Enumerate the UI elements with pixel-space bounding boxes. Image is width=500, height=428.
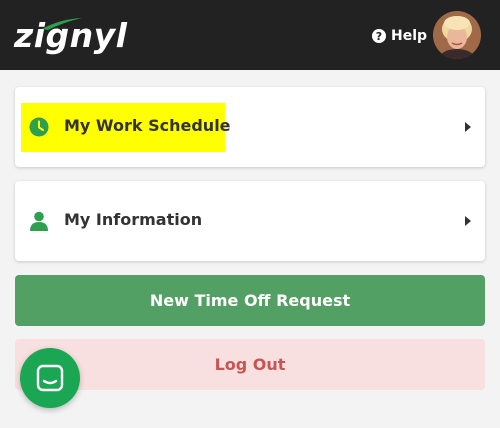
zignyl-logo[interactable]: zignyl xyxy=(14,12,127,58)
menu-card-work-schedule[interactable]: My Work Schedule xyxy=(15,87,485,167)
user-avatar[interactable] xyxy=(433,11,481,59)
clock-icon xyxy=(29,117,49,137)
chevron-right-icon xyxy=(465,122,471,132)
top-bar: zignyl ? Help xyxy=(0,0,500,70)
menu-card-my-information[interactable]: My Information xyxy=(15,181,485,261)
question-circle-icon: ? xyxy=(372,29,386,43)
chat-launcher-button[interactable] xyxy=(20,348,80,408)
help-link[interactable]: ? Help xyxy=(372,26,427,46)
help-label: Help xyxy=(391,28,428,44)
user-icon xyxy=(30,211,48,231)
avatar-image xyxy=(433,11,481,59)
menu-label-work-schedule: My Work Schedule xyxy=(64,116,231,135)
chat-icon xyxy=(36,364,64,392)
chevron-right-icon xyxy=(465,216,471,226)
menu-label-my-information: My Information xyxy=(64,210,203,229)
new-time-off-request-button[interactable]: New Time Off Request xyxy=(15,275,485,326)
log-out-button[interactable]: Log Out xyxy=(15,339,485,390)
logo-swoosh-icon xyxy=(42,18,82,30)
